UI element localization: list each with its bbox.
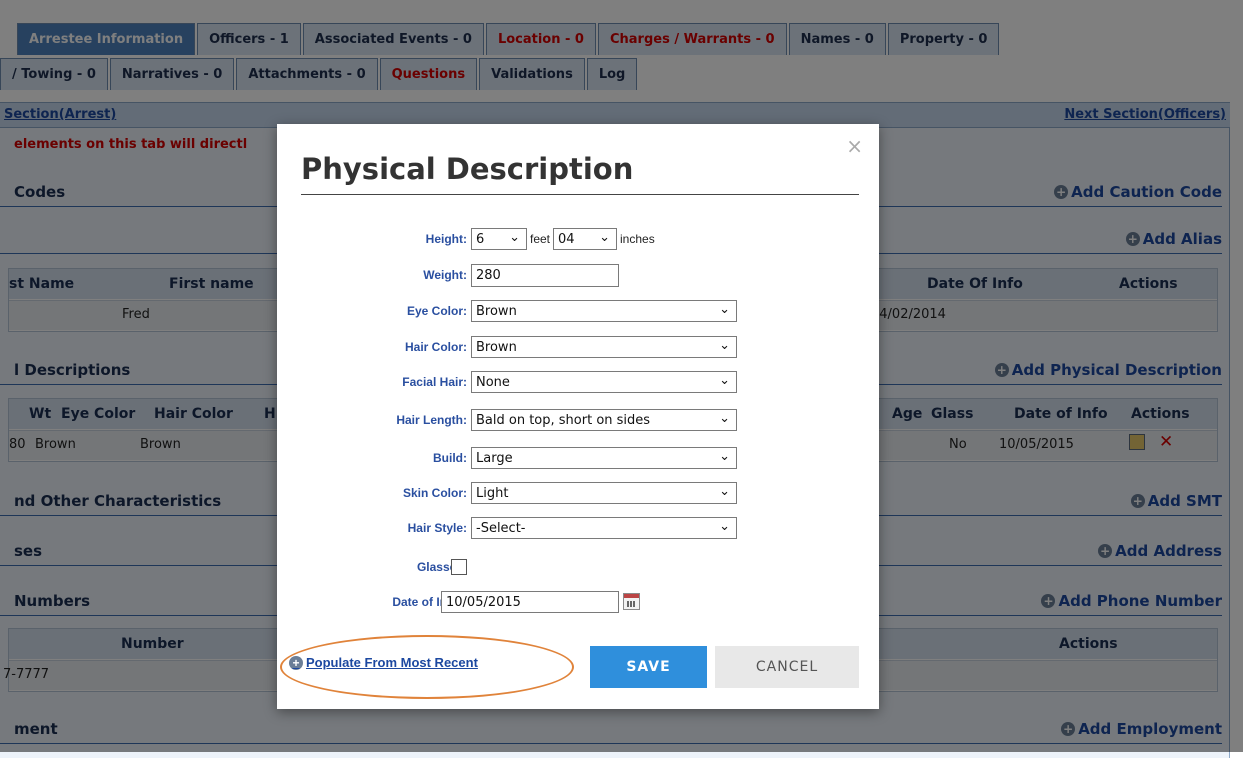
- facial-hair-row: Facial Hair: None ⌄: [277, 371, 879, 395]
- hair-length-select[interactable]: Bald on top, short on sides ⌄: [471, 409, 737, 431]
- skin-color-row: Skin Color: Light ⌄: [277, 482, 879, 506]
- build-select[interactable]: Large ⌄: [471, 447, 737, 469]
- chevron-down-icon: ⌄: [719, 302, 730, 317]
- hair-style-label: Hair Style:: [407, 521, 467, 535]
- cancel-button[interactable]: CANCEL: [715, 646, 859, 688]
- build-label: Build:: [433, 451, 467, 465]
- height-feet-select[interactable]: 6 ⌄: [471, 228, 527, 250]
- height-inches-select[interactable]: 04 ⌄: [553, 228, 618, 250]
- hair-color-label: Hair Color:: [404, 340, 467, 354]
- populate-from-most-recent-link[interactable]: + Populate From Most Recent: [289, 655, 478, 670]
- physical-description-dialog: × Physical Description Height: 6 ⌄ feet 0…: [277, 124, 879, 709]
- glasses-row: Glasses:: [277, 556, 879, 580]
- weight-input[interactable]: 280: [471, 264, 619, 287]
- chevron-down-icon: ⌄: [719, 411, 730, 426]
- eye-color-label: Eye Color:: [406, 304, 467, 318]
- height-row: Height: 6 ⌄ feet 04 ⌄ inches: [277, 228, 879, 252]
- dialog-title: Physical Description: [301, 152, 859, 195]
- plus-circle-icon: +: [289, 655, 303, 670]
- chevron-down-icon: ⌄: [719, 373, 730, 388]
- eye-color-row: Eye Color: Brown ⌄: [277, 300, 879, 324]
- skin-color-select[interactable]: Light ⌄: [471, 482, 737, 504]
- hair-color-select[interactable]: Brown ⌄: [471, 336, 737, 358]
- hair-style-row: Hair Style: -Select- ⌄: [277, 517, 879, 541]
- weight-label: Weight:: [423, 268, 467, 282]
- chevron-down-icon: ⌄: [599, 230, 611, 245]
- feet-unit: feet: [530, 232, 551, 246]
- glasses-checkbox[interactable]: [451, 559, 467, 575]
- hair-color-row: Hair Color: Brown ⌄: [277, 336, 879, 360]
- chevron-down-icon: ⌄: [719, 449, 730, 464]
- chevron-down-icon: ⌄: [719, 519, 730, 534]
- hair-length-row: Hair Length: Bald on top, short on sides…: [277, 409, 879, 433]
- chevron-down-icon: ⌄: [719, 484, 730, 499]
- hair-length-label: Hair Length:: [396, 413, 467, 427]
- hair-style-select[interactable]: -Select- ⌄: [471, 517, 737, 539]
- facial-hair-label: Facial Hair:: [402, 375, 467, 389]
- date-of-info-row: Date of Info:* 10/05/2015: [277, 591, 879, 615]
- weight-row: Weight: 280: [277, 264, 879, 288]
- skin-color-label: Skin Color:: [402, 486, 467, 500]
- height-label: Height:: [425, 232, 467, 246]
- facial-hair-select[interactable]: None ⌄: [471, 371, 737, 393]
- build-row: Build: Large ⌄: [277, 447, 879, 471]
- inches-unit: inches: [620, 232, 655, 246]
- date-of-info-input[interactable]: 10/05/2015: [441, 591, 619, 613]
- chevron-down-icon: ⌄: [509, 230, 520, 245]
- chevron-down-icon: ⌄: [719, 338, 730, 353]
- calendar-icon[interactable]: [623, 593, 640, 610]
- save-button[interactable]: SAVE: [590, 646, 707, 688]
- eye-color-select[interactable]: Brown ⌄: [471, 300, 737, 322]
